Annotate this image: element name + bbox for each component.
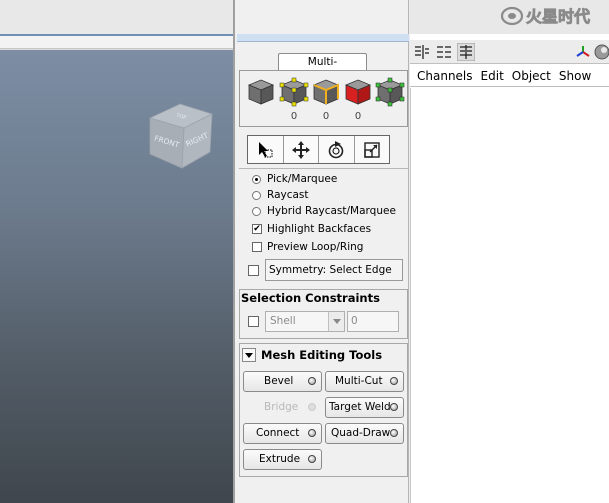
tab-multi-component[interactable]: Multi-Component	[278, 53, 367, 85]
rotate-icon	[328, 140, 344, 158]
channel-box-content[interactable]	[410, 88, 609, 503]
rotate-tool-button[interactable]	[319, 136, 355, 163]
constraint-value-field[interactable]: 0	[347, 311, 399, 332]
quad-draw-label: Quad-Draw	[331, 427, 391, 439]
bevel-button[interactable]: Bevel	[243, 371, 322, 392]
symmetry-checkbox[interactable]	[248, 265, 259, 276]
attribute-editor-layout-icon[interactable]	[435, 43, 453, 61]
toolkit-header-bar	[237, 34, 409, 42]
channel-box-menu-bar: Channels Edit Object Show	[410, 65, 609, 87]
mesh-editing-tools-title: Mesh Editing Tools	[261, 348, 383, 362]
option-box-icon[interactable]	[390, 429, 398, 437]
extrude-button[interactable]: Extrude	[243, 449, 322, 470]
menu-object[interactable]: Object	[512, 69, 551, 83]
select-arrow-icon	[259, 141, 273, 157]
option-box-icon[interactable]	[390, 403, 398, 411]
checkmark-icon: ✔	[252, 224, 262, 234]
extrude-label: Extrude	[259, 453, 301, 465]
move-icon	[291, 140, 310, 159]
constraint-type-value: Shell	[270, 315, 296, 327]
channel-box-layout-icon[interactable]	[413, 43, 431, 61]
watermark-logo: 火星时代	[500, 7, 590, 26]
target-weld-label: Target Weld	[329, 401, 391, 413]
channel-box-toolbar	[410, 40, 609, 64]
multi-cut-button[interactable]: Multi-Cut	[325, 371, 404, 392]
quad-draw-button[interactable]: Quad-Draw	[325, 423, 404, 444]
pick-marquee-radio[interactable]: Pick/Marquee	[252, 172, 337, 186]
bridge-label: Bridge	[264, 401, 299, 413]
target-weld-button[interactable]: Target Weld	[325, 397, 404, 418]
menu-show[interactable]: Show	[559, 69, 591, 83]
constraint-type-dropdown[interactable]: Shell	[265, 311, 345, 332]
channel-layer-layout-icon[interactable]	[457, 43, 475, 61]
multi-cut-label: Multi-Cut	[335, 375, 383, 387]
radio-off-icon	[252, 190, 261, 200]
watermark-text: 火星时代	[526, 7, 590, 26]
bridge-button[interactable]: Bridge	[243, 397, 322, 418]
menu-edit[interactable]: Edit	[481, 69, 504, 83]
highlight-backfaces-label: Highlight Backfaces	[267, 223, 372, 235]
viewport-panel[interactable]: TOP FRONT RIGHT	[0, 0, 233, 503]
viewport-canvas[interactable]: TOP FRONT RIGHT	[0, 50, 233, 503]
scale-tool-button[interactable]	[355, 136, 390, 163]
option-box-icon[interactable]	[390, 377, 398, 385]
modeling-toolkit-panel: Multi-Component	[233, 0, 409, 503]
select-tool-button[interactable]	[248, 136, 284, 163]
highlight-backfaces-checkbox[interactable]: ✔ Highlight Backfaces	[252, 222, 371, 236]
radio-on-icon	[252, 174, 261, 184]
hybrid-raycast-label: Hybrid Raycast/Marquee	[267, 205, 396, 217]
viewcube[interactable]: TOP FRONT RIGHT	[140, 98, 220, 178]
mesh-editing-tools-header[interactable]: Mesh Editing Tools	[242, 347, 382, 363]
preview-loop-ring-checkbox[interactable]: Preview Loop/Ring	[252, 240, 363, 254]
option-box-icon[interactable]	[308, 377, 316, 385]
option-box-icon	[308, 403, 316, 411]
edge-mode-icon[interactable]	[311, 77, 341, 107]
option-box-icon[interactable]	[308, 455, 316, 463]
selection-mode-box: 0 0 0	[239, 70, 408, 127]
edge-count: 0	[322, 111, 330, 122]
pick-marquee-label: Pick/Marquee	[267, 173, 338, 185]
menu-channels[interactable]: Channels	[417, 69, 473, 83]
face-mode-icon[interactable]	[343, 77, 373, 107]
chevron-down-icon[interactable]	[328, 312, 344, 331]
face-count: 0	[354, 111, 362, 122]
option-box-icon[interactable]	[308, 429, 316, 437]
bevel-label: Bevel	[264, 375, 294, 387]
object-mode-icon[interactable]	[246, 77, 276, 107]
vertex-count: 0	[290, 111, 298, 122]
checkbox-empty-icon	[252, 242, 262, 252]
settings-sphere-icon[interactable]	[593, 43, 609, 61]
selection-constraints-section: Selection Constraints Shell 0	[239, 289, 408, 339]
vertex-mode-icon[interactable]	[279, 77, 309, 107]
hybrid-raycast-radio[interactable]: Hybrid Raycast/Marquee	[252, 204, 396, 218]
raycast-label: Raycast	[267, 189, 309, 201]
move-tool-button[interactable]	[284, 136, 319, 163]
collapse-arrow-icon[interactable]	[242, 348, 256, 362]
color-axis-icon[interactable]	[574, 43, 592, 61]
preview-loop-ring-label: Preview Loop/Ring	[267, 241, 364, 253]
viewport-menu-bar[interactable]	[0, 36, 233, 49]
raycast-radio[interactable]: Raycast	[252, 188, 309, 202]
symmetry-field[interactable]: Symmetry: Select Edge	[265, 259, 403, 281]
transform-tool-row	[247, 135, 390, 164]
scale-icon	[364, 141, 380, 158]
radio-off-icon	[252, 206, 261, 216]
constraints-checkbox[interactable]	[248, 316, 259, 327]
channel-box-panel: Channels Edit Object Show	[410, 0, 609, 503]
mesh-editing-tools-section: Mesh Editing Tools Bevel Multi-Cut Bridg…	[239, 343, 408, 477]
uv-mode-icon[interactable]	[375, 77, 405, 107]
connect-button[interactable]: Connect	[243, 423, 322, 444]
selection-constraints-title: Selection Constraints	[241, 291, 380, 305]
viewport-title-strip	[0, 0, 233, 34]
connect-label: Connect	[256, 427, 300, 439]
